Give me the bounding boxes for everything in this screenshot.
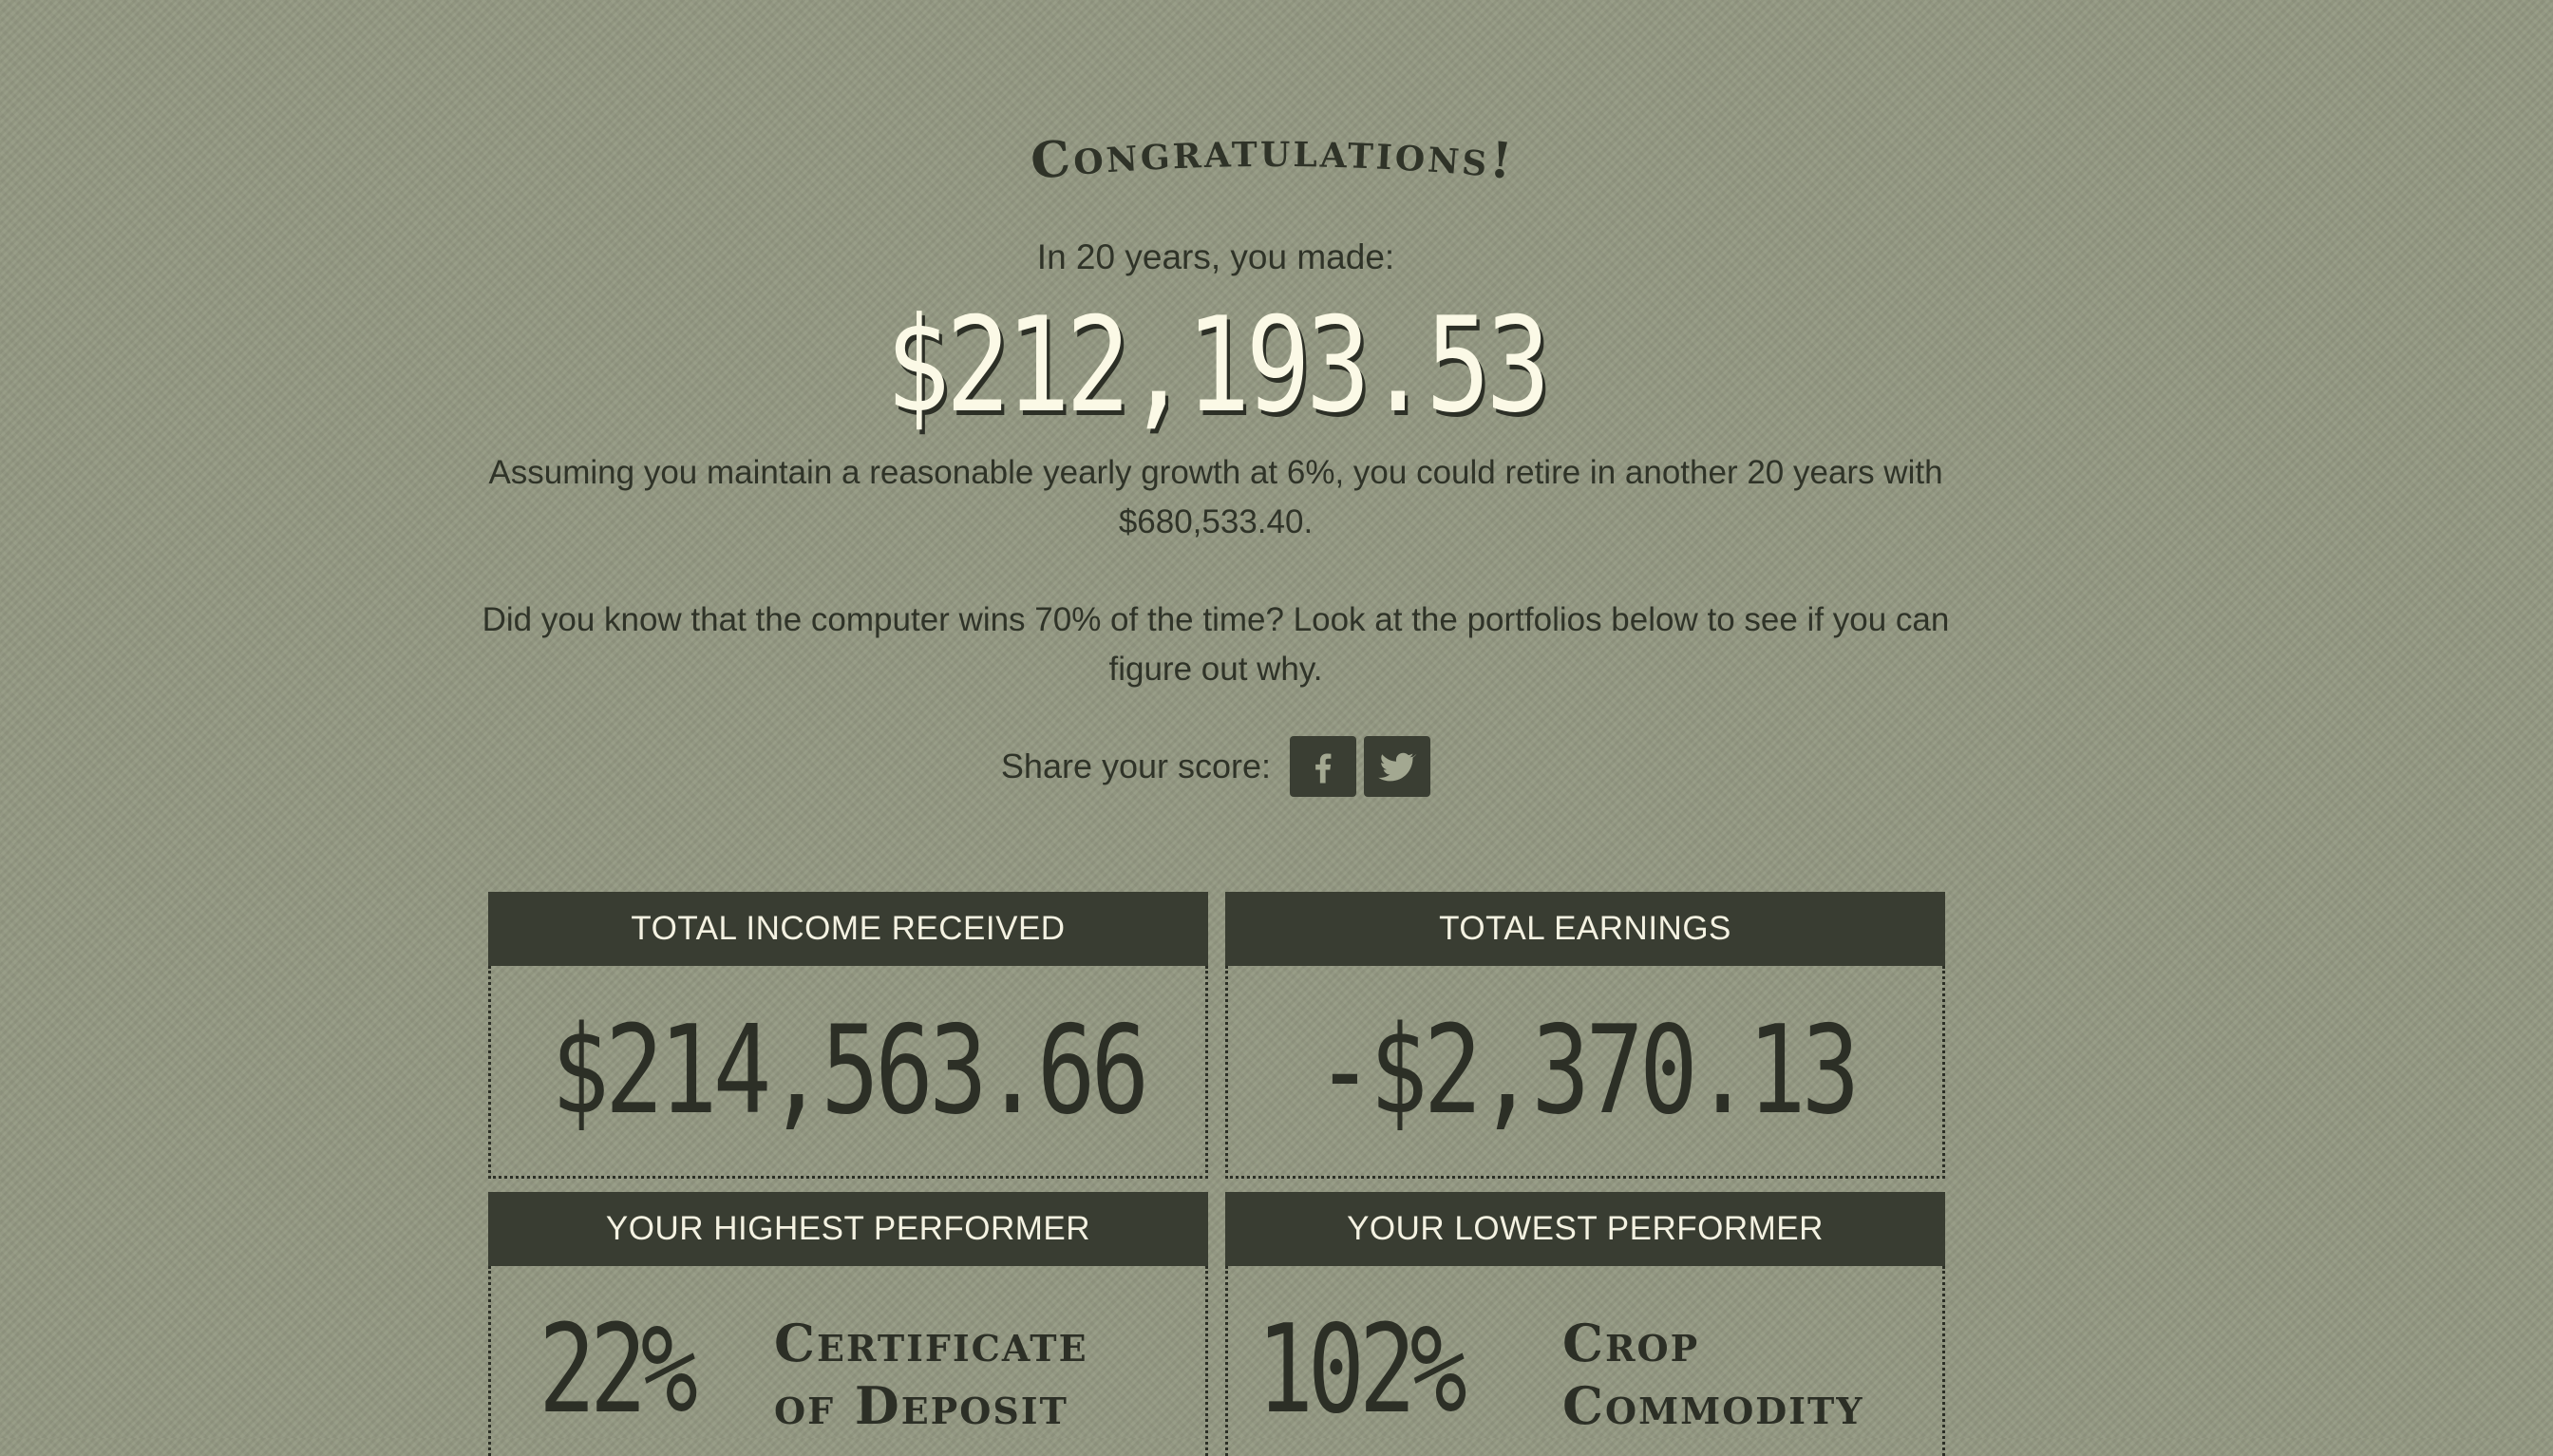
total-income-body: $214,563.66	[488, 966, 1208, 1179]
lowest-performer-name-line1: Crop	[1562, 1313, 1700, 1373]
twitter-share-button[interactable]	[1364, 736, 1431, 797]
lowest-performer-name: Crop Commodity	[1562, 1312, 1863, 1437]
total-earnings-card: Total Earnings -$2,370.13	[1225, 892, 1945, 1179]
total-income-value: $214,563.66	[551, 1000, 1149, 1142]
svg-text:Congratulations!: Congratulations!	[1029, 121, 1518, 191]
lowest-performer-body: 102% Crop Commodity	[1225, 1266, 1945, 1456]
highest-performer-header: Your Highest Performer	[488, 1192, 1208, 1266]
computer-wins-text: Did you know that the computer wins 70% …	[482, 601, 1950, 688]
total-made-amount: $212,193.53	[885, 289, 1550, 442]
highest-performer-name: Certificate of Deposit	[774, 1312, 1088, 1437]
total-income-header: Total Income Received	[488, 892, 1208, 966]
twitter-icon	[1378, 752, 1417, 782]
total-earnings-body: -$2,370.13	[1225, 966, 1945, 1179]
congratulations-heading: Congratulations!	[1029, 121, 1518, 191]
intro-text: In 20 years, you made:	[1036, 237, 1395, 276]
share-row: Share your score:	[475, 736, 1957, 797]
share-label: Share your score:	[1000, 747, 1272, 785]
facebook-icon	[1315, 753, 1332, 784]
lowest-performer-card: Your Lowest Performer 102% Crop Commodit…	[1225, 1192, 1945, 1456]
highest-performer-name-line1: Certificate	[774, 1313, 1088, 1373]
total-earnings-value: -$2,370.13	[1314, 1000, 1860, 1142]
total-earnings-header: Total Earnings	[1225, 892, 1945, 966]
lowest-performer-header: Your Lowest Performer	[1225, 1192, 1945, 1266]
highest-performer-card: Your Highest Performer 22% Certificate o…	[488, 1192, 1208, 1456]
lowest-performer-name-line2: Commodity	[1562, 1375, 1864, 1436]
retirement-projection-text: Assuming you maintain a reasonable yearl…	[488, 454, 1943, 540]
highest-performer-percent: 22%	[539, 1299, 698, 1441]
lowest-performer-percent: 102%	[1257, 1299, 1467, 1441]
facebook-share-button[interactable]	[1290, 736, 1357, 797]
highest-performer-body: 22% Certificate of Deposit	[488, 1266, 1208, 1456]
highest-performer-name-line2: of Deposit	[774, 1375, 1068, 1436]
total-income-card: Total Income Received $214,563.66	[488, 892, 1208, 1179]
